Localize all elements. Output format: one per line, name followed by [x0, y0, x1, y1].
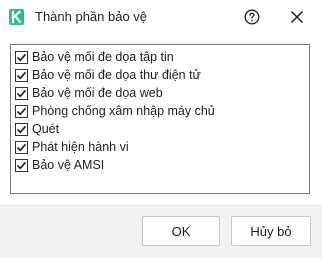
checkbox[interactable] — [15, 51, 28, 64]
list-item-label: Bảo vệ mối đe dọa web — [32, 86, 163, 100]
list-item-mail-threat-protection[interactable]: Bảo vệ mối đe dọa thư điện tử — [11, 67, 307, 85]
checkbox[interactable] — [15, 69, 28, 82]
cancel-button[interactable]: Hủy bỏ — [231, 216, 311, 246]
help-icon[interactable] — [244, 9, 260, 25]
checkbox[interactable] — [15, 159, 28, 172]
list-item-scan[interactable]: Quét — [11, 121, 307, 139]
components-list: Bảo vệ mối đe dọa tập tin Bảo vệ mối đe … — [10, 44, 310, 194]
checkbox[interactable] — [15, 141, 28, 154]
title-bar: Thành phần bảo vệ — [0, 0, 322, 34]
close-icon[interactable] — [290, 10, 304, 24]
list-item-label: Bảo vệ AMSI — [32, 158, 105, 172]
list-item-host-intrusion-prevention[interactable]: Phòng chống xâm nhập máy chủ — [11, 103, 307, 121]
list-item-label: Bảo vệ mối đe dọa tập tin — [32, 50, 174, 64]
list-item-label: Phòng chống xâm nhập máy chủ — [32, 104, 215, 118]
list-item-behavior-detection[interactable]: Phát hiện hành vi — [11, 139, 307, 157]
checkbox[interactable] — [15, 123, 28, 136]
list-item-web-threat-protection[interactable]: Bảo vệ mối đe dọa web — [11, 85, 307, 103]
dialog-footer: OK Hủy bỏ — [0, 206, 322, 258]
ok-button[interactable]: OK — [142, 216, 220, 246]
dialog-title: Thành phần bảo vệ — [35, 9, 148, 24]
checkbox[interactable] — [15, 105, 28, 118]
list-item-file-threat-protection[interactable]: Bảo vệ mối đe dọa tập tin — [11, 49, 307, 67]
checkbox[interactable] — [15, 87, 28, 100]
list-item-label: Bảo vệ mối đe dọa thư điện tử — [32, 68, 201, 82]
list-item-label: Phát hiện hành vi — [32, 140, 129, 154]
list-item-label: Quét — [32, 122, 60, 136]
kaspersky-logo-icon — [9, 9, 24, 25]
list-item-amsi-protection[interactable]: Bảo vệ AMSI — [11, 157, 307, 175]
